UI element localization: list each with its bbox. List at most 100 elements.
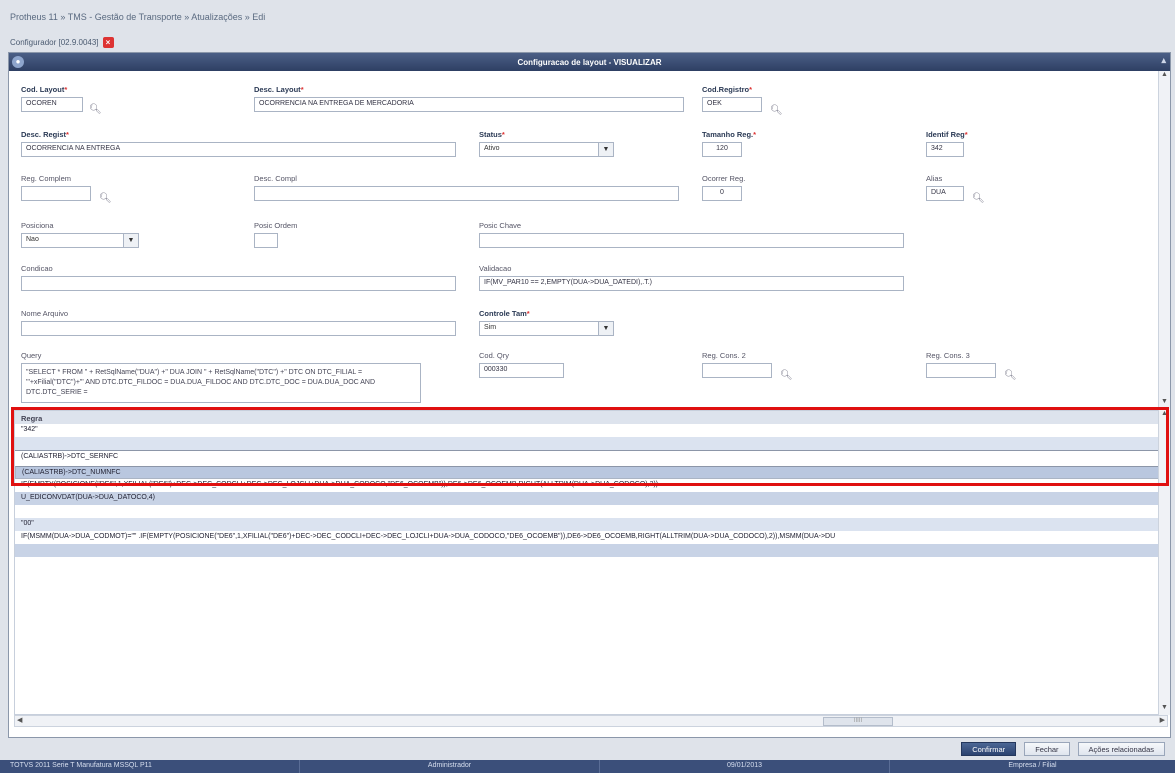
magnifier-icon[interactable]: 🔍︎ — [89, 105, 102, 115]
posiciona-select[interactable]: Nao ▼ — [21, 233, 139, 248]
reg-cons3-label: Reg. Cons. 3 — [926, 351, 970, 360]
scroll-up-icon[interactable]: ▲ — [1159, 71, 1170, 82]
window-scroll-icon[interactable]: ▴ — [1161, 55, 1166, 66]
posiciona-value: Nao — [26, 236, 39, 243]
query-textarea[interactable]: "SELECT * FROM " + RetSqlName("DUA") +" … — [21, 363, 421, 403]
window-icon: ● — [12, 56, 24, 68]
form-scrollbar[interactable]: ▲ ▼ — [1158, 71, 1170, 409]
table-row[interactable]: "00" — [15, 518, 1167, 531]
nome-arquivo-input[interactable] — [21, 321, 456, 336]
magnifier-icon[interactable]: 🔍︎ — [99, 194, 112, 204]
condicao-input[interactable] — [21, 276, 456, 291]
close-icon[interactable]: × — [102, 37, 114, 48]
alias-field: Alias DUA 🔍︎ — [926, 174, 996, 204]
scrollbar-thumb[interactable]: IIIII — [823, 717, 893, 726]
validacao-field: Validacao IF(MV_PAR10 == 2,EMPTY(DUA->DU… — [479, 264, 904, 291]
alias-input[interactable]: DUA — [926, 186, 964, 201]
cod-registro-input[interactable]: OEK — [702, 97, 762, 112]
desc-layout-label: Desc. Layout — [254, 85, 301, 94]
posic-ordem-input[interactable] — [254, 233, 278, 248]
chevron-down-icon[interactable]: ▼ — [123, 234, 138, 247]
magnifier-icon[interactable]: 🔍︎ — [972, 194, 985, 204]
status-user: Administrador — [300, 760, 600, 773]
cod-qry-field: Cod. Qry 000330 — [479, 351, 569, 378]
status-bar: TOTVS 2011 Serie T Manufatura MSSQL P11 … — [0, 760, 1175, 773]
controle-tam-select[interactable]: Sim ▼ — [479, 321, 614, 336]
identif-reg-field: Identif Reg* 342 — [926, 130, 986, 157]
cod-qry-label: Cod. Qry — [479, 351, 510, 360]
cod-registro-label: Cod.Registro — [702, 85, 750, 94]
magnifier-icon[interactable]: 🔍︎ — [780, 371, 793, 381]
status-module[interactable]: Empresa / Filial — [890, 760, 1175, 773]
reg-cons3-field: Reg. Cons. 3 🔍︎ — [926, 351, 1026, 381]
magnifier-icon[interactable]: 🔍︎ — [1004, 371, 1017, 381]
desc-regist-label: Desc. Regist — [21, 130, 67, 139]
desc-compl-field: Desc. Compl — [254, 174, 679, 201]
scroll-right-icon[interactable]: ▶ — [1160, 716, 1165, 724]
table-row[interactable] — [15, 544, 1167, 557]
identif-reg-label: Identif Reg — [926, 130, 965, 139]
tamanho-reg-input[interactable]: 120 — [702, 142, 742, 157]
desc-compl-input[interactable] — [254, 186, 679, 201]
status-company: TOTVS 2011 Serie T Manufatura MSSQL P11 — [0, 760, 300, 773]
desc-layout-input[interactable]: OCORRENCIA NA ENTREGA DE MERCADORIA — [254, 97, 684, 112]
ocorrer-reg-label: Ocorrer Reg. — [702, 174, 746, 183]
cod-layout-field: Cod. Layout* OCOREN 🔍︎ — [21, 85, 102, 115]
magnifier-icon[interactable]: 🔍︎ — [770, 106, 783, 116]
reg-complem-input[interactable] — [21, 186, 91, 201]
desc-regist-field: Desc. Regist* OCORRENCIA NA ENTREGA — [21, 130, 456, 157]
cod-layout-input[interactable]: OCOREN — [21, 97, 83, 112]
validacao-input[interactable]: IF(MV_PAR10 == 2,EMPTY(DUA->DUA_DATEDI),… — [479, 276, 904, 291]
posic-chave-label: Posic Chave — [479, 221, 522, 230]
nome-arquivo-label: Nome Arquivo — [21, 309, 69, 318]
scroll-left-icon[interactable]: ◀ — [17, 716, 22, 724]
breadcrumb: Protheus 11 » TMS - Gestão de Transporte… — [10, 12, 266, 22]
status-field: Status* Ativo ▼ — [479, 130, 614, 157]
chevron-down-icon[interactable]: ▼ — [598, 143, 613, 156]
grid-horizontal-scrollbar[interactable]: ◀ IIIII ▶ — [14, 715, 1168, 727]
scroll-down-icon[interactable]: ▼ — [1159, 704, 1170, 715]
nome-arquivo-field: Nome Arquivo — [21, 309, 456, 336]
reg-cons2-label: Reg. Cons. 2 — [702, 351, 746, 360]
layout-form: Cod. Layout* OCOREN 🔍︎ Desc. Layout* OCO… — [9, 71, 1159, 409]
reg-complem-label: Reg. Complem — [21, 174, 72, 183]
confirm-button[interactable]: Confirmar — [961, 742, 1017, 756]
chevron-down-icon[interactable]: ▼ — [598, 322, 613, 335]
desc-compl-label: Desc. Compl — [254, 174, 297, 183]
window-titlebar: ● Configuracao de layout - VISUALIZAR ▴ — [9, 53, 1170, 71]
ocorrer-reg-input[interactable]: 0 — [702, 186, 742, 201]
window-title: Configuracao de layout - VISUALIZAR — [517, 57, 662, 67]
reg-cons3-input[interactable] — [926, 363, 996, 378]
controle-tam-label: Controle Tam — [479, 309, 527, 318]
table-row[interactable] — [15, 505, 1167, 518]
action-buttons: Confirmar Fechar Ações relacionadas — [961, 742, 1165, 756]
ocorrer-reg-field: Ocorrer Reg. 0 — [702, 174, 752, 201]
identif-reg-input[interactable]: 342 — [926, 142, 964, 157]
reg-cons2-input[interactable] — [702, 363, 772, 378]
table-row[interactable]: IF(MSMM(DUA->DUA_CODMOT)="" .IF(EMPTY(PO… — [15, 531, 1167, 544]
reg-complem-field: Reg. Complem 🔍︎ — [21, 174, 121, 204]
cod-layout-label: Cod. Layout — [21, 85, 65, 94]
posic-ordem-label: Posic Ordem — [254, 221, 298, 230]
tamanho-reg-field: Tamanho Reg.* 120 — [702, 130, 756, 157]
posic-chave-input[interactable] — [479, 233, 904, 248]
posiciona-field: Posiciona Nao ▼ — [21, 221, 141, 248]
condicao-field: Condicao — [21, 264, 456, 291]
controle-tam-field: Controle Tam* Sim ▼ — [479, 309, 614, 336]
highlight-annotation — [11, 407, 1169, 486]
table-row[interactable]: U_EDICONVDAT(DUA->DUA_DATOCO,4) — [15, 492, 1167, 505]
posic-chave-field: Posic Chave — [479, 221, 904, 248]
alias-label: Alias — [926, 174, 943, 183]
status-label: Status — [479, 130, 502, 139]
reg-cons2-field: Reg. Cons. 2 🔍︎ — [702, 351, 802, 381]
related-actions-button[interactable]: Ações relacionadas — [1077, 742, 1165, 756]
cod-qry-input[interactable]: 000330 — [479, 363, 564, 378]
status-date: 09/01/2013 — [600, 760, 890, 773]
close-button[interactable]: Fechar — [1024, 742, 1070, 756]
desc-regist-input[interactable]: OCORRENCIA NA ENTREGA — [21, 142, 456, 157]
cod-registro-field: Cod.Registro* OEK 🔍︎ — [702, 85, 783, 116]
posiciona-label: Posiciona — [21, 221, 54, 230]
status-value: Ativo — [484, 145, 500, 152]
status-select[interactable]: Ativo ▼ — [479, 142, 614, 157]
configurator-label: Configurador [02.9.0043] — [10, 38, 99, 47]
